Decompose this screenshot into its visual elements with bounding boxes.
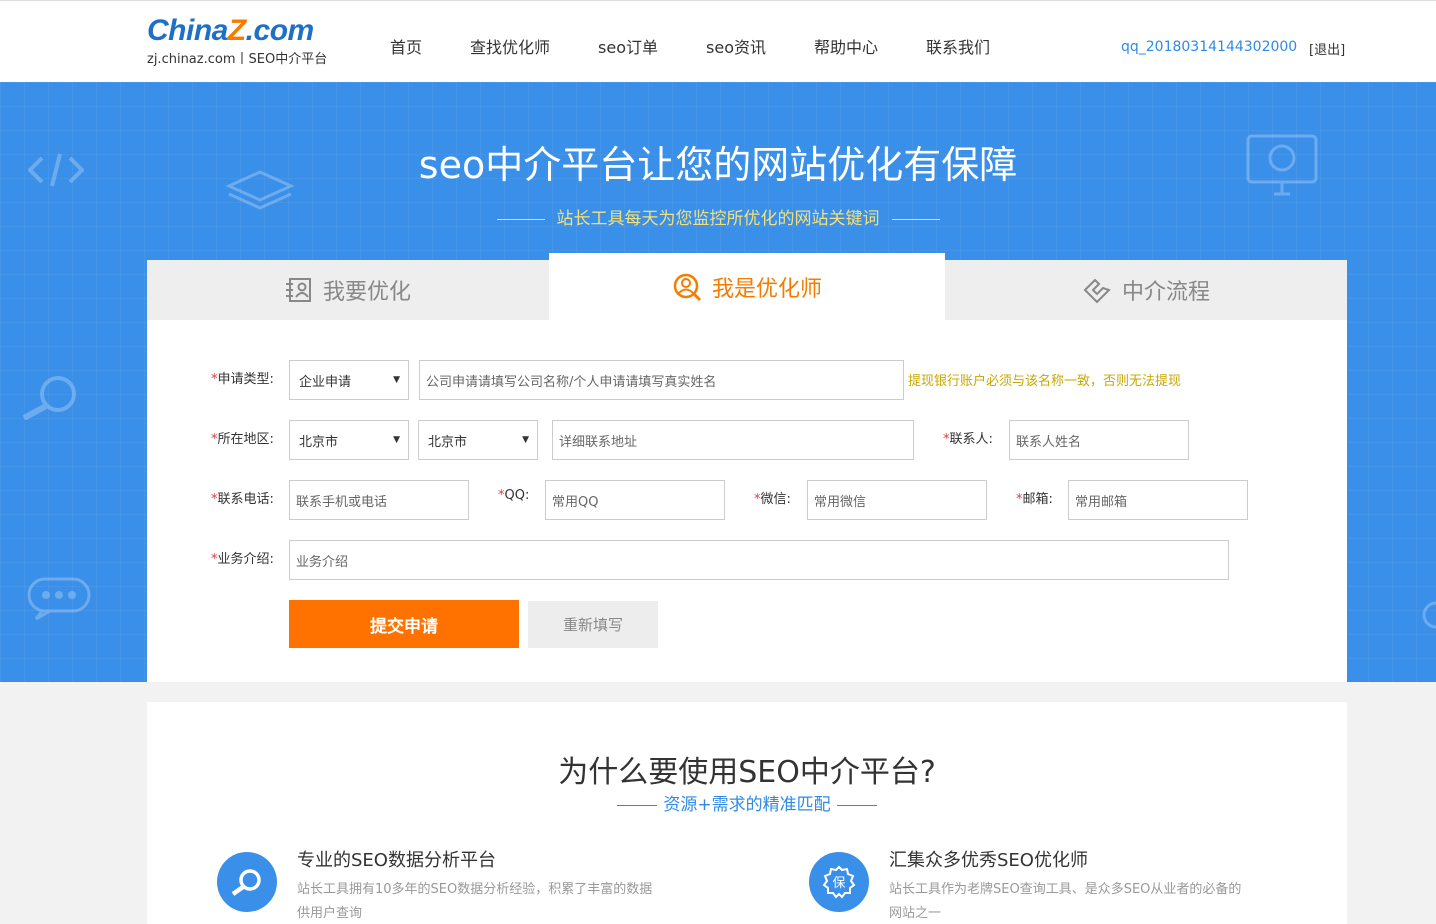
handshake-icon	[1083, 278, 1111, 304]
why-subtitle: 资源+需求的精准匹配	[147, 790, 1347, 815]
logo-subtitle: zj.chinaz.com丨SEO中介平台	[147, 52, 328, 67]
applicant-name-input[interactable]: 公司申请请填写公司名称/个人申请请填写真实姓名	[419, 360, 904, 400]
feature-icon-circle	[217, 852, 277, 912]
dropdown-arrow-icon: ▼	[393, 435, 400, 445]
dropdown-arrow-icon: ▼	[393, 375, 400, 385]
why-section: 为什么要使用SEO中介平台? 资源+需求的精准匹配 专业的SEO数据分析平台 站…	[147, 702, 1347, 924]
row-application-type: *申请类型: 企业申请 ▼ 公司申请请填写公司名称/个人申请请填写真实姓名 提现银…	[147, 360, 1347, 400]
feature-title: 汇集众多优秀SEO优化师	[889, 850, 1088, 871]
site-logo[interactable]: ChinaZ.com zj.chinaz.com丨SEO中介平台	[147, 14, 328, 68]
email-input[interactable]: 常用邮箱	[1068, 480, 1248, 520]
row-business-intro: *业务介绍: 业务介绍	[147, 540, 1347, 580]
tab-i-am-optimizer[interactable]: 我是优化师	[549, 253, 945, 320]
business-intro-input[interactable]: 业务介绍	[289, 540, 1229, 580]
tab-process[interactable]: 中介流程	[945, 260, 1347, 320]
phone-label: *联系电话:	[211, 492, 274, 507]
city-select[interactable]: 北京市 ▼	[418, 420, 538, 460]
logo-wordmark: ChinaZ.com	[147, 14, 314, 47]
nav-contact-us[interactable]: 联系我们	[926, 34, 990, 58]
nav-help-center[interactable]: 帮助中心	[814, 34, 878, 58]
row-contact-info: *联系电话: 联系手机或电话 *QQ: 常用QQ *微信: 常用微信 *邮箱: …	[147, 480, 1347, 520]
hero-banner: seo中介平台让您的网站优化有保障 站长工具每天为您监控所优化的网站关键词 我要…	[0, 82, 1436, 682]
feature-icon-circle: 保	[809, 852, 869, 912]
row-region: *所在地区: 北京市 ▼ 北京市 ▼ 详细联系地址 *联系人: 联系人姓名	[147, 420, 1347, 460]
wechat-label: *微信:	[754, 492, 791, 507]
dropdown-arrow-icon: ▼	[522, 435, 529, 445]
svg-text:保: 保	[832, 876, 845, 891]
feature-description: 站长工具拥有10多年的SEO数据分析经验，积累了丰富的数据供用户查询	[297, 882, 653, 921]
name-hint: 提现银行账户必须与该名称一致，否则无法提现	[908, 374, 1182, 389]
nav-home[interactable]: 首页	[390, 34, 422, 58]
banner-subtitle: 站长工具每天为您监控所优化的网站关键词	[0, 204, 1436, 229]
chat-bubble-icon	[27, 577, 91, 620]
magnifier-icon	[22, 376, 76, 420]
logout-link[interactable]: [退出]	[1309, 39, 1345, 58]
business-intro-label: *业务介绍:	[211, 552, 274, 567]
phone-input[interactable]: 联系手机或电话	[289, 480, 469, 520]
region-label: *所在地区:	[211, 432, 274, 447]
wechat-input[interactable]: 常用微信	[807, 480, 987, 520]
address-input[interactable]: 详细联系地址	[552, 420, 914, 460]
application-type-select[interactable]: 企业申请 ▼	[289, 360, 409, 400]
email-label: *邮箱:	[1016, 492, 1053, 507]
reset-button[interactable]: 重新填写	[528, 601, 658, 648]
tab-label: 中介流程	[1121, 280, 1210, 305]
tab-label: 我要优化	[322, 280, 411, 305]
tab-bar: 我要优化 我是优化师 中介流程	[147, 253, 1347, 320]
qq-label: *QQ:	[498, 488, 530, 503]
search-icon	[231, 869, 261, 896]
user-search-icon	[673, 273, 702, 301]
tab-label: 我是优化师	[711, 276, 822, 302]
province-select[interactable]: 北京市 ▼	[289, 420, 409, 460]
feature-description: 站长工具作为老牌SEO查询工具、是众多SEO从业者的必备的网站之一	[889, 882, 1242, 921]
contact-person-input[interactable]: 联系人姓名	[1009, 420, 1189, 460]
username-link[interactable]: qq_20180314144302000	[1121, 39, 1297, 55]
why-title: 为什么要使用SEO中介平台?	[558, 755, 936, 790]
top-header: ChinaZ.com zj.chinaz.com丨SEO中介平台 首页 查找优化…	[0, 0, 1436, 82]
contact-person-label: *联系人:	[943, 432, 993, 447]
circle-edge-icon	[1422, 601, 1436, 629]
nav-seo-orders[interactable]: seo订单	[598, 34, 658, 58]
application-card: 我要优化 我是优化师 中介流程 *申请类型: 企业申请 ▼ 公司申请请填写公司名称…	[147, 253, 1347, 682]
submit-button[interactable]: 提交申请	[289, 600, 519, 648]
feature-title: 专业的SEO数据分析平台	[297, 850, 496, 871]
qq-input[interactable]: 常用QQ	[545, 480, 725, 520]
nav-find-optimizer[interactable]: 查找优化师	[470, 34, 550, 58]
tab-i-want-optimize[interactable]: 我要优化	[147, 260, 549, 320]
nav-seo-news[interactable]: seo资讯	[706, 34, 766, 58]
contact-card-icon	[285, 278, 311, 302]
badge-icon: 保	[822, 865, 856, 899]
banner-title: seo中介平台让您的网站优化有保障	[418, 143, 1018, 187]
main-nav: 首页 查找优化师 seo订单 seo资讯 帮助中心 联系我们	[390, 34, 990, 58]
application-type-label: *申请类型:	[211, 372, 274, 387]
